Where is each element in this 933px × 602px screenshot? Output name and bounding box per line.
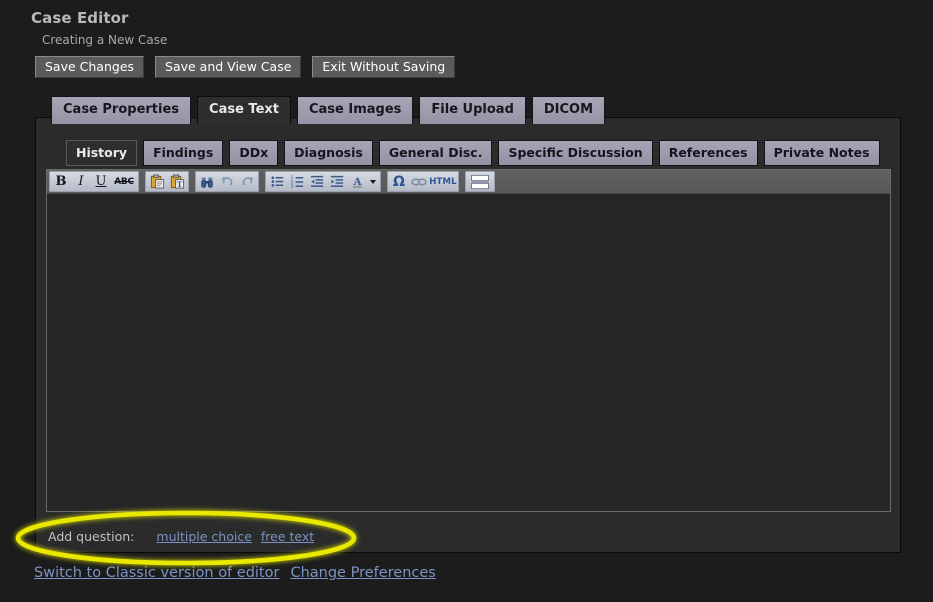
numbered-list-icon[interactable]: 1 2 3 <box>287 172 307 191</box>
change-preferences-link[interactable]: Change Preferences <box>290 565 435 581</box>
bold-icon[interactable]: B <box>51 172 71 191</box>
switch-to-classic-editor-link[interactable]: Switch to Classic version of editor <box>34 565 279 581</box>
tab-file-upload[interactable]: File Upload <box>419 96 526 124</box>
paste-icon[interactable] <box>147 172 167 191</box>
svg-text:3: 3 <box>290 184 293 189</box>
tab-dicom[interactable]: DICOM <box>531 96 606 124</box>
text-color-dropdown-icon[interactable] <box>367 172 379 191</box>
split-view-icon[interactable] <box>467 172 493 191</box>
tab-case-properties[interactable]: Case Properties <box>51 96 192 124</box>
find-replace-icon[interactable] <box>197 172 217 191</box>
subtab-private-notes[interactable]: Private Notes <box>763 140 880 166</box>
subtab-specific-discussion[interactable]: Specific Discussion <box>498 140 653 166</box>
exit-without-saving-button[interactable]: Exit Without Saving <box>312 56 456 78</box>
italic-glyph: I <box>78 174 84 189</box>
page-title: Case Editor <box>31 9 129 27</box>
main-tab-strip: Case Properties Case Text Case Images Fi… <box>51 96 606 124</box>
toolbar-group-paragraph: 1 2 3 A <box>265 171 381 192</box>
outdent-icon[interactable] <box>307 172 327 191</box>
subtab-general-disc[interactable]: General Disc. <box>378 140 493 166</box>
insert-link-icon[interactable] <box>409 172 429 191</box>
toolbar-group-formatting: B I U ABC <box>49 171 139 192</box>
editor-content-area[interactable] <box>47 195 890 511</box>
indent-icon[interactable] <box>327 172 347 191</box>
toolbar-group-clipboard: T <box>145 171 189 192</box>
tab-case-text[interactable]: Case Text <box>197 96 291 124</box>
caret-shape <box>370 179 376 184</box>
section-tab-strip: History Findings DDx Diagnosis General D… <box>66 140 880 166</box>
subtab-ddx[interactable]: DDx <box>229 140 279 166</box>
html-label: HTML <box>429 176 457 187</box>
add-question-label: Add question: <box>48 529 135 544</box>
subtab-references[interactable]: References <box>658 140 758 166</box>
undo-icon[interactable] <box>217 172 237 191</box>
underline-glyph: U <box>95 174 107 189</box>
special-character-icon[interactable]: Ω <box>389 172 409 191</box>
text-color-icon[interactable]: A <box>347 172 367 191</box>
subtab-findings[interactable]: Findings <box>143 140 224 166</box>
tab-case-images[interactable]: Case Images <box>296 96 414 124</box>
underline-icon[interactable]: U <box>91 172 111 191</box>
editor-toolbar: B I U ABC T 1 2 3 A Ω HTML <box>47 170 890 194</box>
add-free-text-question-link[interactable]: free text <box>261 529 314 544</box>
subtab-diagnosis[interactable]: Diagnosis <box>284 140 373 166</box>
page-subtitle: Creating a New Case <box>42 33 168 47</box>
bulleted-list-icon[interactable] <box>267 172 287 191</box>
bold-glyph: B <box>55 174 67 189</box>
top-action-bar: Save Changes Save and View Case Exit Wit… <box>35 56 456 78</box>
rich-text-editor: B I U ABC T 1 2 3 A Ω HTML <box>46 169 891 512</box>
subtab-history[interactable]: History <box>66 140 138 166</box>
save-and-view-case-button[interactable]: Save and View Case <box>155 56 302 78</box>
add-multiple-choice-question-link[interactable]: multiple choice <box>156 529 252 544</box>
add-question-row: Add question: multiple choice free text <box>48 529 314 544</box>
svg-text:T: T <box>176 180 182 189</box>
edit-html-source-icon[interactable]: HTML <box>429 172 457 191</box>
italic-icon[interactable]: I <box>71 172 91 191</box>
redo-icon[interactable] <box>237 172 257 191</box>
toolbar-group-history <box>195 171 259 192</box>
footer-links: Switch to Classic version of editor Chan… <box>34 565 436 581</box>
omega-glyph: Ω <box>393 173 405 190</box>
save-changes-button[interactable]: Save Changes <box>35 56 145 78</box>
toolbar-group-layout <box>465 171 495 192</box>
toolbar-group-insert: Ω HTML <box>387 171 459 192</box>
strikethrough-glyph: ABC <box>114 176 134 187</box>
strikethrough-icon[interactable]: ABC <box>111 172 137 191</box>
paste-as-text-icon[interactable]: T <box>167 172 187 191</box>
